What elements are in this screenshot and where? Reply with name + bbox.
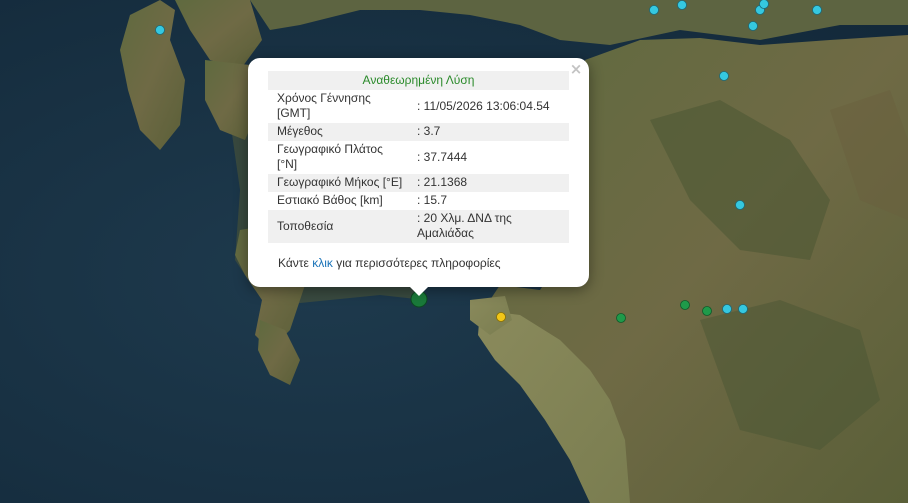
solution-status: Αναθεωρημένη Λύση — [268, 71, 569, 90]
week-event-marker[interactable] — [722, 304, 732, 314]
popup-tip — [408, 285, 430, 296]
week-event-marker[interactable] — [759, 0, 769, 9]
day-event-marker[interactable] — [680, 300, 690, 310]
magnitude-value: : 3.7 — [408, 123, 569, 141]
latitude-value: : 37.7444 — [417, 149, 468, 164]
event-details-table: Αναθεωρημένη Λύση Χρόνος Γέννησης [GMT] … — [268, 71, 569, 243]
longitude-value: : 21.1368 — [408, 174, 569, 192]
location-value: : 20 Χλμ. ΔΝΔ της Αμαλιάδας — [408, 210, 569, 243]
more-info-prefix: Κάντε — [278, 256, 313, 270]
longitude-label: Γεωγραφικό Μήκος [°E] — [268, 174, 408, 192]
close-icon[interactable]: × — [568, 61, 584, 77]
status-row: Αναθεωρημένη Λύση — [268, 71, 569, 90]
day-event-marker[interactable] — [616, 313, 626, 323]
table-row: Εστιακό Βάθος [km] : 15.7 — [268, 192, 569, 210]
latitude-label: Γεωγραφικό Πλάτος [°N] — [277, 142, 383, 171]
origin-time-value: : 11/05/2026 13:06:04.54 — [417, 98, 550, 113]
magnitude-label: Μέγεθος — [268, 123, 408, 141]
location-label: Τοποθεσία — [268, 210, 408, 243]
table-row: Γεωγραφικό Πλάτος [°N] : 37.7444 — [268, 141, 569, 174]
table-row: Μέγεθος : 3.7 — [268, 123, 569, 141]
event-popup: × Αναθεωρημένη Λύση Χρόνος Γέννησης [GMT… — [248, 58, 589, 287]
table-row: Γεωγραφικό Μήκος [°E] : 21.1368 — [268, 174, 569, 192]
week-event-marker[interactable] — [155, 25, 165, 35]
week-event-marker[interactable] — [735, 200, 745, 210]
hour-event-marker[interactable] — [496, 312, 506, 322]
week-event-marker[interactable] — [812, 5, 822, 15]
week-event-marker[interactable] — [649, 5, 659, 15]
week-event-marker[interactable] — [738, 304, 748, 314]
origin-time-label: Χρόνος Γέννησης [GMT] — [277, 91, 371, 120]
week-event-marker[interactable] — [748, 21, 758, 31]
more-info-link[interactable]: κλικ — [312, 256, 333, 270]
week-event-marker[interactable] — [719, 71, 729, 81]
table-row: Χρόνος Γέννησης [GMT] : 11/05/2026 13:06… — [268, 90, 569, 123]
more-info-text: Κάντε κλικ για περισσότερες πληροφορίες — [278, 256, 501, 270]
depth-label: Εστιακό Βάθος [km] — [277, 193, 383, 207]
depth-value: : 15.7 — [417, 193, 448, 207]
day-event-marker[interactable] — [702, 306, 712, 316]
table-row: Τοποθεσία : 20 Χλμ. ΔΝΔ της Αμαλιάδας — [268, 210, 569, 243]
more-info-suffix: για περισσότερες πληροφορίες — [332, 256, 501, 270]
week-event-marker[interactable] — [677, 0, 687, 10]
